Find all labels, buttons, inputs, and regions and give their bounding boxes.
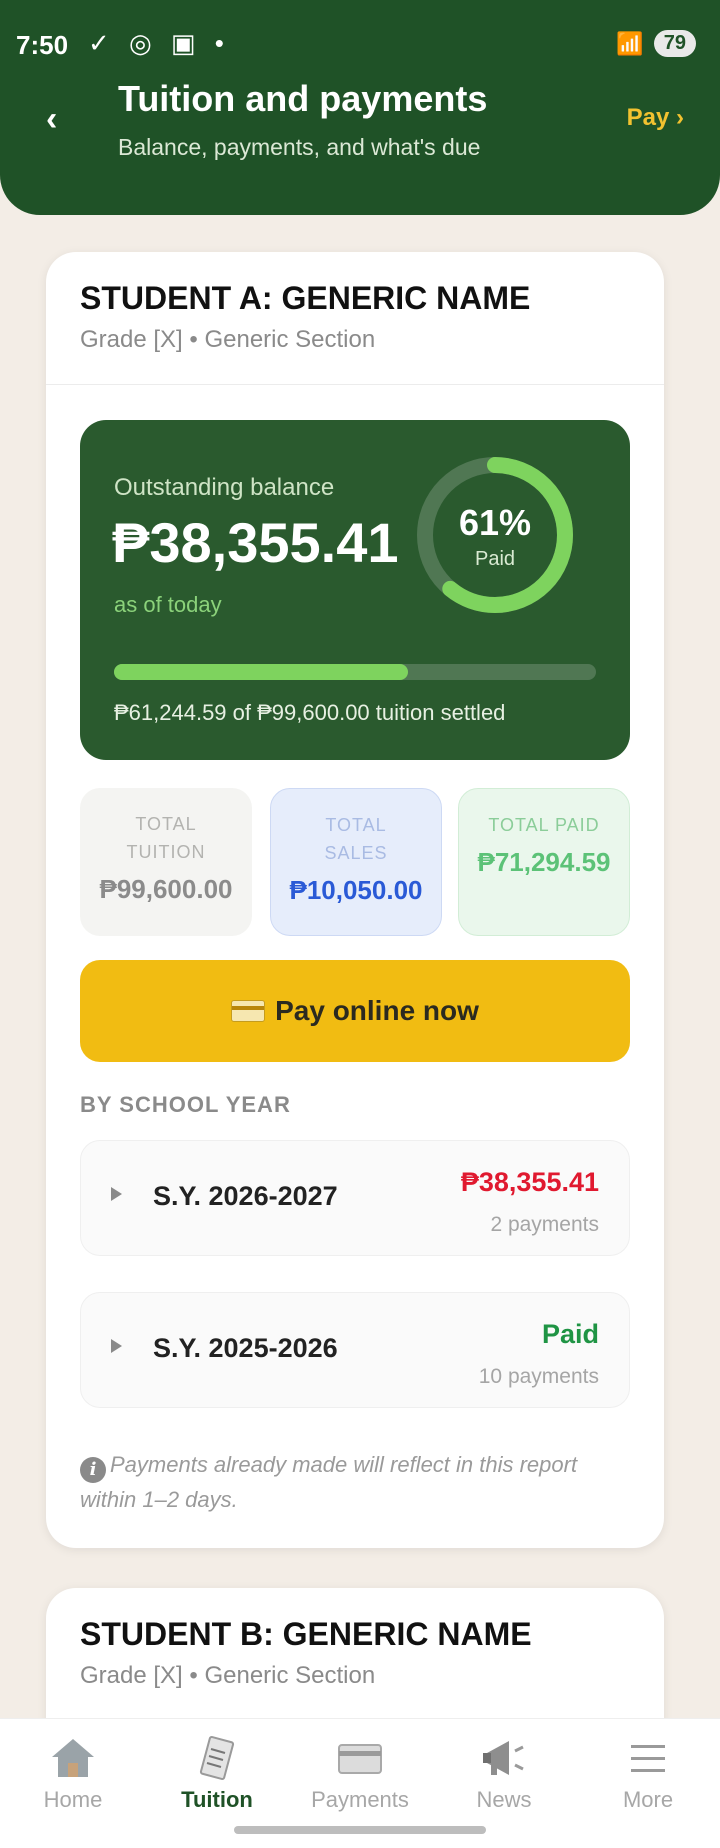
battery-icon: 79 bbox=[653, 30, 696, 57]
status-time: 7:50 bbox=[16, 30, 69, 60]
pay-online-button[interactable]: Pay online now bbox=[80, 960, 630, 1062]
school-year-name: S.Y. 2025-2026 bbox=[153, 1333, 338, 1363]
student-name: STUDENT B: GENERIC NAME bbox=[80, 1616, 532, 1652]
info-note: i Payments already made will reflect in t… bbox=[80, 1448, 600, 1517]
settled-progress-bar bbox=[114, 664, 596, 680]
stat-value: ₱99,600.00 bbox=[99, 874, 233, 904]
caret-right-icon bbox=[111, 1187, 122, 1201]
school-year-balance: ₱38,355.41 bbox=[460, 1167, 599, 1197]
school-year-payment-count: 10 payments bbox=[478, 1365, 599, 1388]
signal-icon: 📶 bbox=[616, 30, 644, 56]
balance-label: Outstanding balance bbox=[114, 474, 335, 501]
section-label: BY SCHOOL YEAR bbox=[80, 1092, 291, 1117]
student-a-card: STUDENT A: GENERIC NAME Grade [X] • Gene… bbox=[46, 252, 664, 1548]
percent-paid: 61% bbox=[458, 502, 532, 543]
nav-label: Payments bbox=[311, 1787, 409, 1812]
school-year-name: S.Y. 2026-2027 bbox=[153, 1181, 338, 1211]
balance-as-of: as of today bbox=[114, 592, 222, 617]
pay-online-label: Pay online now bbox=[275, 995, 479, 1026]
stat-total-tuition: TOTAL TUITION ₱99,600.00 bbox=[80, 788, 252, 936]
student-grade: Grade [X] • Generic Section bbox=[80, 326, 376, 353]
student-name: STUDENT A: GENERIC NAME bbox=[80, 280, 531, 316]
receipt-icon bbox=[199, 1735, 235, 1781]
info-icon: i bbox=[80, 1457, 106, 1483]
credit-card-icon bbox=[231, 1000, 266, 1022]
stat-label: TOTAL PAID bbox=[488, 815, 600, 835]
notification-icons: ✓ ◎ ▣ • bbox=[88, 28, 230, 58]
nav-more[interactable]: More bbox=[588, 1733, 708, 1813]
nav-label: Home bbox=[43, 1787, 103, 1812]
divider bbox=[46, 384, 664, 385]
stat-label: TOTAL TUITION bbox=[126, 814, 206, 862]
paid-label: Paid bbox=[474, 548, 516, 570]
ring-label: 61% Paid bbox=[410, 502, 580, 571]
nav-payments[interactable]: Payments bbox=[300, 1733, 420, 1813]
school-year-balance: Paid bbox=[541, 1319, 599, 1349]
stat-total-sales: TOTAL SALES ₱10,050.00 bbox=[270, 788, 442, 936]
settled-progress-fill bbox=[114, 664, 409, 680]
status-right: 📶 79 bbox=[616, 30, 696, 57]
credit-card-icon bbox=[338, 1744, 382, 1774]
stat-value: ₱71,294.59 bbox=[477, 847, 611, 877]
info-note-text: Payments already made will reflect in th… bbox=[80, 1452, 578, 1512]
pay-link[interactable]: Pay › bbox=[627, 104, 684, 132]
stat-value: ₱10,050.00 bbox=[289, 875, 423, 905]
home-icon bbox=[52, 1739, 94, 1777]
school-year-payment-count: 2 payments bbox=[490, 1213, 599, 1236]
stat-label: TOTAL SALES bbox=[324, 815, 388, 863]
back-button[interactable]: ‹ bbox=[46, 100, 57, 139]
megaphone-icon bbox=[483, 1741, 524, 1775]
nav-label: More bbox=[622, 1787, 674, 1812]
school-year-row[interactable]: S.Y. 2025-2026 Paid 10 payments bbox=[80, 1292, 630, 1408]
balance-panel: Outstanding balance ₱38,355.41 as of tod… bbox=[80, 420, 630, 760]
app-header: 7:50 ✓ ◎ ▣ • 📶 79 ‹ Tuition and payments… bbox=[0, 0, 720, 215]
page-subtitle: Balance, payments, and what's due bbox=[118, 134, 481, 160]
nav-home[interactable]: Home bbox=[13, 1733, 133, 1813]
home-indicator[interactable] bbox=[234, 1826, 486, 1834]
student-grade: Grade [X] • Generic Section bbox=[80, 1662, 376, 1689]
page-title: Tuition and payments bbox=[118, 78, 488, 119]
nav-news[interactable]: News bbox=[444, 1733, 564, 1813]
school-year-row[interactable]: S.Y. 2026-2027 ₱38,355.41 2 payments bbox=[80, 1140, 630, 1256]
status-bar: 7:50 ✓ ◎ ▣ • 📶 79 bbox=[0, 0, 720, 90]
nav-tuition[interactable]: Tuition bbox=[157, 1733, 277, 1813]
stat-total-paid: TOTAL PAID ₱71,294.59 bbox=[458, 788, 630, 936]
settled-text: ₱61,244.59 of ₱99,600.00 tuition settled bbox=[114, 700, 506, 725]
caret-right-icon bbox=[111, 1339, 122, 1353]
nav-label: Tuition bbox=[181, 1787, 253, 1812]
nav-label: News bbox=[476, 1787, 532, 1812]
menu-icon bbox=[631, 1745, 665, 1772]
balance-amount: ₱38,355.41 bbox=[112, 511, 399, 574]
